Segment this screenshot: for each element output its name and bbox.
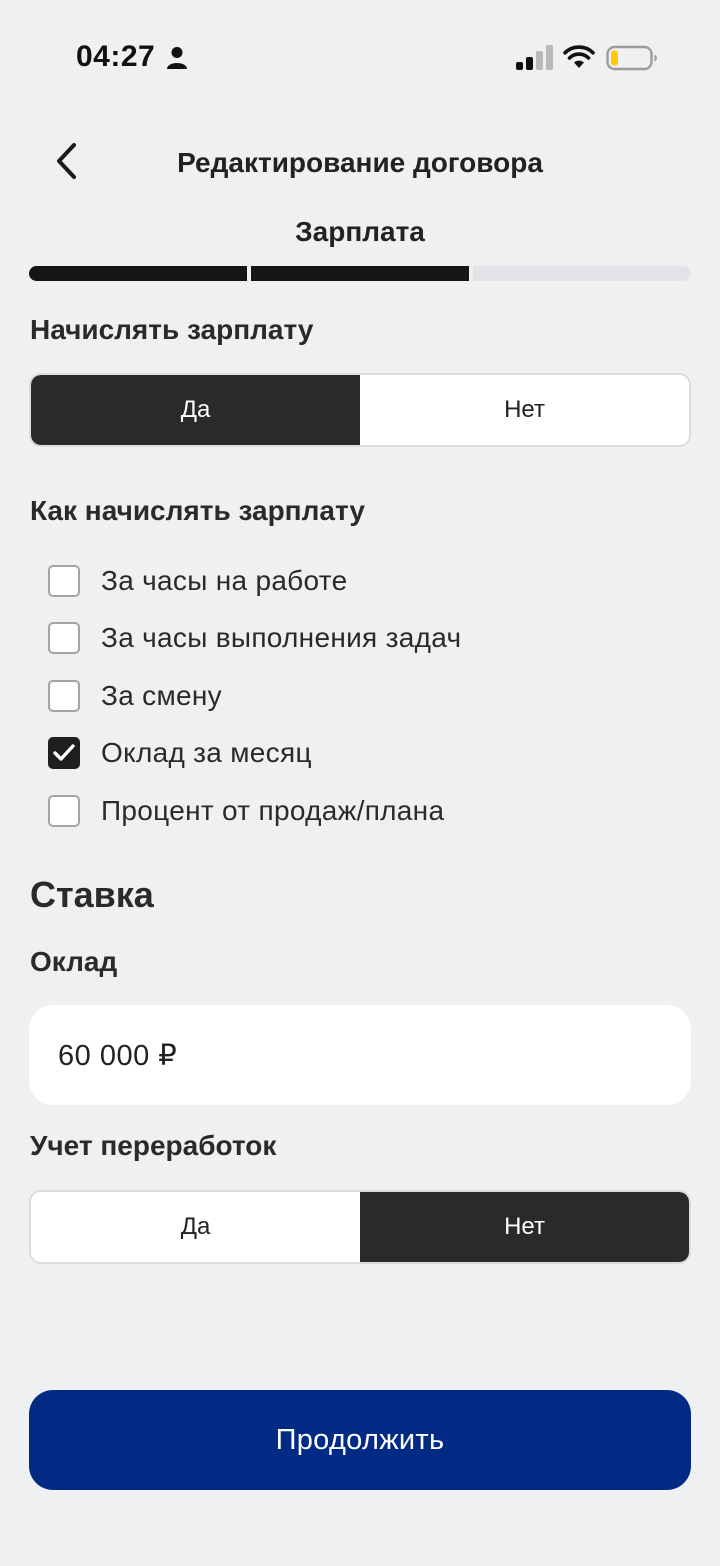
battery-icon	[606, 45, 657, 71]
salary-method-option-per-shift[interactable]: За смену	[48, 667, 461, 725]
salary-method-option-hours-at-work[interactable]: За часы на работе	[48, 552, 461, 610]
progress-step-1	[29, 266, 247, 281]
salary-method-option-task-hours[interactable]: За часы выполнения задач	[48, 610, 461, 668]
overtime-toggle: Да Нет	[29, 1190, 691, 1264]
edit-contract-screen: 04:27 Редактирование договора Зарплата Н…	[0, 0, 720, 1566]
rate-section-title: Ставка	[30, 874, 154, 915]
overtime-label: Учет переработок	[30, 1130, 277, 1161]
accrue-salary-label: Начислять зарплату	[30, 314, 314, 345]
salary-method-option-sales-percent[interactable]: Процент от продаж/плана	[48, 782, 461, 840]
accrue-salary-toggle: Да Нет	[29, 373, 691, 447]
status-time: 04:27	[76, 40, 156, 73]
checkbox-label: Оклад за месяц	[101, 737, 312, 769]
step-progress	[29, 266, 691, 281]
accrue-salary-yes[interactable]: Да	[31, 375, 360, 445]
checkbox-label: За часы выполнения задач	[101, 622, 462, 654]
salary-amount-input[interactable]: 60 000 ₽	[29, 1005, 691, 1105]
continue-button[interactable]: Продолжить	[29, 1390, 691, 1490]
person-icon	[167, 47, 187, 69]
overtime-yes[interactable]: Да	[31, 1192, 360, 1262]
checkbox[interactable]	[48, 622, 80, 655]
checkmark-icon	[53, 744, 75, 761]
checkbox-label: Процент от продаж/плана	[101, 794, 445, 826]
wifi-icon	[563, 45, 595, 68]
salary-method-label: Как начислять зарплату	[30, 495, 365, 526]
cellular-signal-icon	[516, 45, 553, 70]
checkbox-label: За смену	[101, 679, 222, 711]
checkbox[interactable]	[48, 737, 80, 770]
salary-amount-label: Оклад	[30, 946, 118, 977]
progress-step-2	[251, 266, 469, 281]
accrue-salary-no[interactable]: Нет	[360, 375, 689, 445]
step-title: Зарплата	[295, 216, 425, 247]
salary-method-list: За часы на работе За часы выполнения зад…	[48, 552, 461, 840]
checkbox[interactable]	[48, 564, 80, 597]
checkbox[interactable]	[48, 794, 80, 827]
checkbox[interactable]	[48, 679, 80, 712]
overtime-no[interactable]: Нет	[360, 1192, 689, 1262]
salary-method-option-monthly-salary[interactable]: Оклад за месяц	[48, 725, 461, 783]
page-title: Редактирование договора	[177, 147, 543, 178]
progress-step-3	[473, 266, 691, 281]
checkbox-label: За часы на работе	[101, 564, 348, 596]
